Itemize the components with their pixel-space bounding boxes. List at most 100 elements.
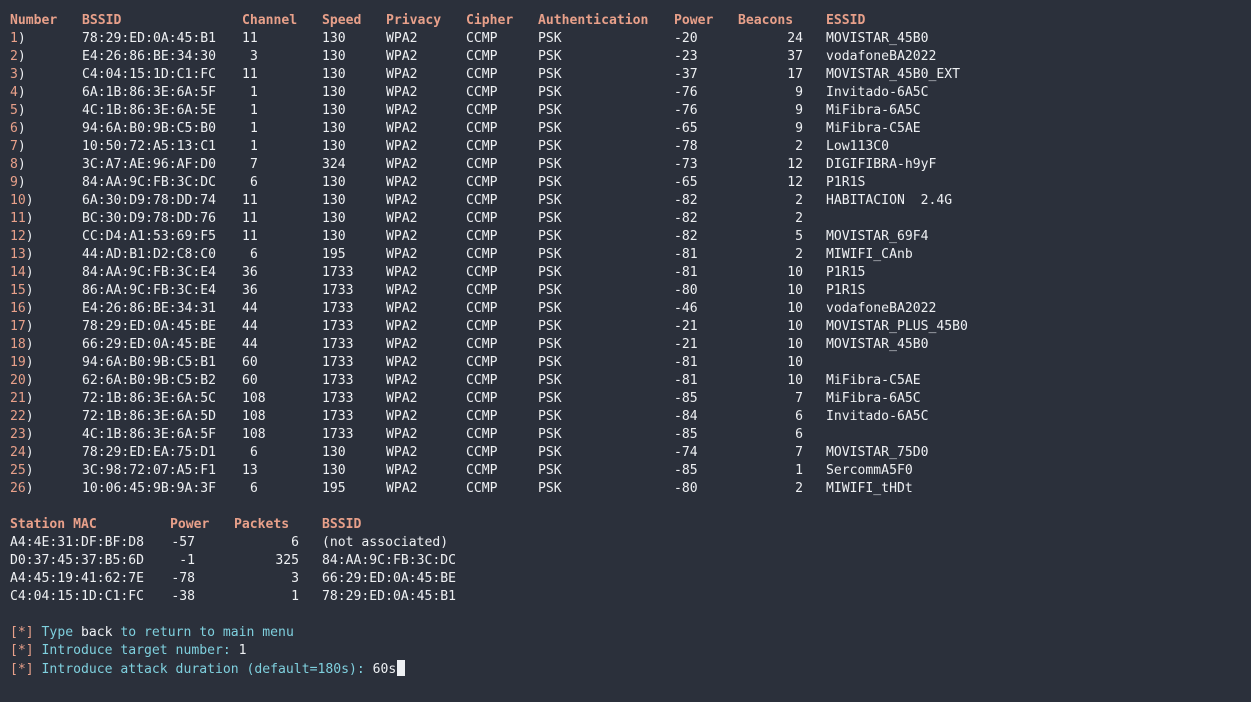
- row-number-paren: ): [17, 157, 26, 172]
- row-number-paren: ): [25, 409, 34, 424]
- authentication-cell: PSK: [538, 175, 562, 190]
- column-header-station-power: Power: [170, 517, 210, 532]
- column-header-station-bssid: BSSID: [322, 517, 362, 532]
- channel-cell: 108: [242, 409, 266, 424]
- authentication-cell: PSK: [538, 265, 562, 280]
- table-row[interactable]: 15) 86:AA:9C:FB:3C:E4 36 1733 WPA2 CCMP PSK -80…: [0, 282, 1251, 300]
- table-row[interactable]: A4:4E:31:DF:BF:D8 -57 6 (not associated): [0, 534, 1251, 552]
- station-power-cell: -57: [171, 535, 195, 550]
- table-row[interactable]: 14) 84:AA:9C:FB:3C:E4 36 1733 WPA2 CCMP PSK -81…: [0, 264, 1251, 282]
- station-bssid-cell: (not associated): [322, 535, 449, 550]
- table-row[interactable]: 7) 10:50:72:A5:13:C1 1 130 WPA2 CCMP PSK -78 2 Lo…: [0, 138, 1251, 156]
- cipher-cell: CCMP: [466, 157, 498, 172]
- table-row[interactable]: 23) 4C:1B:86:3E:6A:5F 108 1733 WPA2 CCMP PSK -8…: [0, 426, 1251, 444]
- table-row[interactable]: 4) 6A:1B:86:3E:6A:5F 1 130 WPA2 CCMP PSK -76 9 In…: [0, 84, 1251, 102]
- table-row[interactable]: 16) E4:26:86:BE:34:31 44 1733 WPA2 CCMP PSK -46…: [0, 300, 1251, 318]
- table-row[interactable]: 5) 4C:1B:86:3E:6A:5E 1 130 WPA2 CCMP PSK -76 9 Mi…: [0, 102, 1251, 120]
- table-row[interactable]: 9) 84:AA:9C:FB:3C:DC 6 130 WPA2 CCMP PSK -65 12 P…: [0, 174, 1251, 192]
- bssid-cell: 78:29:ED:EA:75:D1: [82, 445, 217, 460]
- table-row[interactable]: 13) 44:AD:B1:D2:C8:C0 6 195 WPA2 CCMP PSK -81 2 M…: [0, 246, 1251, 264]
- table-row[interactable]: A4:45:19:41:62:7E -78 3 66:29:ED:0A:45:BE: [0, 570, 1251, 588]
- prompt-marker: [*]: [10, 662, 34, 677]
- table-row[interactable]: 21) 72:1B:86:3E:6A:5C 108 1733 WPA2 CCMP PSK -8…: [0, 390, 1251, 408]
- table-row[interactable]: 20) 62:6A:B0:9B:C5:B2 60 1733 WPA2 CCMP PSK -81…: [0, 372, 1251, 390]
- table-row[interactable]: 18) 66:29:ED:0A:45:BE 44 1733 WPA2 CCMP PSK -21…: [0, 336, 1251, 354]
- row-number-paren: ): [17, 49, 26, 64]
- prompt-line: [*] Introduce target number: 1: [10, 642, 247, 660]
- table-row[interactable]: 2) E4:26:86:BE:34:30 3 130 WPA2 CCMP PSK -23 37 v…: [0, 48, 1251, 66]
- beacons-cell: 2: [795, 211, 803, 226]
- essid-cell: HABITACION 2.4G: [826, 193, 953, 208]
- channel-cell: 6: [250, 247, 258, 262]
- table-row[interactable]: 25) 3C:98:72:07:A5:F1 13 130 WPA2 CCMP PSK -85 1…: [0, 462, 1251, 480]
- speed-cell: 130: [322, 463, 346, 478]
- table-row[interactable]: 26) 10:06:45:9B:9A:3F 6 195 WPA2 CCMP PSK -80 2 M…: [0, 480, 1251, 498]
- channel-cell: 13: [242, 463, 258, 478]
- channel-cell: 44: [242, 301, 258, 316]
- essid-cell: MOVISTAR_45B0: [826, 31, 929, 46]
- speed-cell: 130: [322, 445, 346, 460]
- table-row[interactable]: 22) 72:1B:86:3E:6A:5D 108 1733 WPA2 CCMP PSK -8…: [0, 408, 1251, 426]
- power-cell: -78: [674, 139, 698, 154]
- cipher-cell: CCMP: [466, 67, 498, 82]
- cipher-cell: CCMP: [466, 31, 498, 46]
- table-row[interactable]: 10) 6A:30:D9:78:DD:74 11 130 WPA2 CCMP PSK -82 2…: [0, 192, 1251, 210]
- authentication-cell: PSK: [538, 301, 562, 316]
- table-row[interactable]: 12) CC:D4:A1:53:69:F5 11 130 WPA2 CCMP PSK -82 5…: [0, 228, 1251, 246]
- row-number: 9): [10, 174, 26, 192]
- row-number: 23): [10, 426, 34, 444]
- row-number: 12): [10, 228, 34, 246]
- authentication-cell: PSK: [538, 409, 562, 424]
- speed-cell: 130: [322, 211, 346, 226]
- row-number-value: 25: [10, 463, 26, 478]
- networks-table-header: Number BSSID Channel Speed Privacy Ciphe…: [0, 12, 865, 30]
- row-number-paren: ): [25, 211, 34, 226]
- essid-cell: P1R15: [826, 265, 866, 280]
- channel-cell: 11: [242, 211, 258, 226]
- beacons-cell: 7: [795, 391, 803, 406]
- table-row[interactable]: C4:04:15:1D:C1:FC -38 1 78:29:ED:0A:45:B1: [0, 588, 1251, 606]
- authentication-cell: PSK: [538, 391, 562, 406]
- table-row[interactable]: 17) 78:29:ED:0A:45:BE 44 1733 WPA2 CCMP PSK -21…: [0, 318, 1251, 336]
- bssid-cell: CC:D4:A1:53:69:F5: [82, 229, 217, 244]
- table-row[interactable]: 3) C4:04:15:1D:C1:FC 11 130 WPA2 CCMP PSK -37 17…: [0, 66, 1251, 84]
- row-number: 13): [10, 246, 34, 264]
- authentication-cell: PSK: [538, 103, 562, 118]
- prompt-line: [*] Type back to return to main menu: [10, 624, 294, 642]
- station-bssid-cell: 78:29:ED:0A:45:B1: [322, 589, 457, 604]
- row-number-paren: ): [17, 85, 26, 100]
- command-input-text[interactable]: 60s: [373, 662, 397, 677]
- speed-cell: 1733: [322, 391, 354, 406]
- column-header-bssid: BSSID: [82, 13, 122, 28]
- terminal-window[interactable]: Number BSSID Channel Speed Privacy Ciphe…: [0, 0, 1251, 702]
- table-row[interactable]: 19) 94:6A:B0:9B:C5:B1 60 1733 WPA2 CCMP PSK -81…: [0, 354, 1251, 372]
- cipher-cell: CCMP: [466, 247, 498, 262]
- packets-cell: 1: [291, 589, 299, 604]
- beacons-cell: 9: [795, 121, 803, 136]
- packets-cell: 6: [291, 535, 299, 550]
- row-number: 1): [10, 30, 26, 48]
- table-row[interactable]: 6) 94:6A:B0:9B:C5:B0 1 130 WPA2 CCMP PSK -65 9 Mi…: [0, 120, 1251, 138]
- prompt-marker: [*]: [10, 643, 34, 658]
- table-row[interactable]: D0:37:45:37:B5:6D -1 325 84:AA:9C:FB:3C:DC: [0, 552, 1251, 570]
- beacons-cell: 2: [795, 139, 803, 154]
- row-number-value: 9: [10, 175, 18, 190]
- packets-cell: 325: [275, 553, 299, 568]
- channel-cell: 1: [250, 85, 258, 100]
- row-number: 25): [10, 462, 34, 480]
- row-number-value: 8: [10, 157, 18, 172]
- table-row[interactable]: 8) 3C:A7:AE:96:AF:D0 7 324 WPA2 CCMP PSK -73 12 D…: [0, 156, 1251, 174]
- table-row[interactable]: 1) 78:29:ED:0A:45:B1 11 130 WPA2 CCMP PSK -20 24…: [0, 30, 1251, 48]
- beacons-cell: 6: [795, 427, 803, 442]
- row-number-paren: ): [25, 355, 34, 370]
- row-number: 11): [10, 210, 34, 228]
- row-number-value: 16: [10, 301, 26, 316]
- table-row[interactable]: 11) BC:30:D9:78:DD:76 11 130 WPA2 CCMP PSK -82 2: [0, 210, 1251, 228]
- row-number: 10): [10, 192, 34, 210]
- channel-cell: 44: [242, 319, 258, 334]
- authentication-cell: PSK: [538, 445, 562, 460]
- beacons-cell: 12: [787, 157, 803, 172]
- bssid-cell: 72:1B:86:3E:6A:5C: [82, 391, 217, 406]
- table-row[interactable]: 24) 78:29:ED:EA:75:D1 6 130 WPA2 CCMP PSK -74 7 M…: [0, 444, 1251, 462]
- beacons-cell: 10: [787, 337, 803, 352]
